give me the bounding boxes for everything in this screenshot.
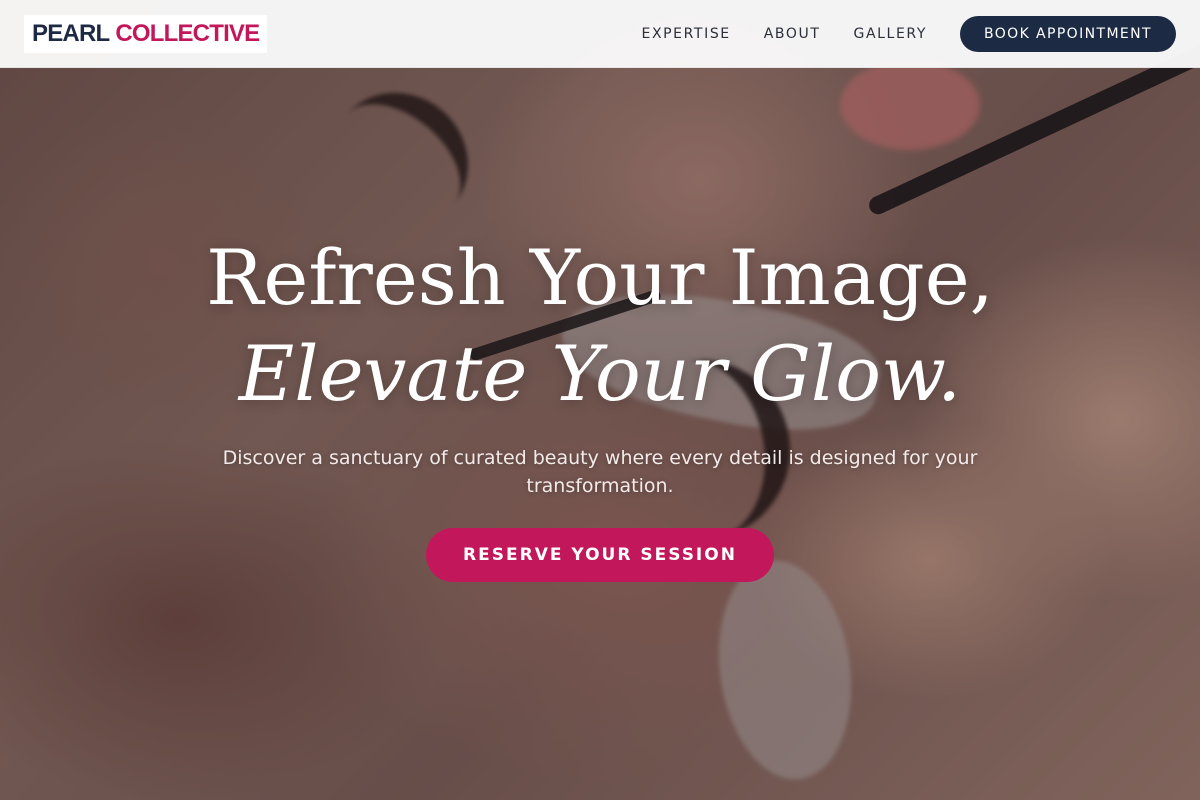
logo-word-accent: COLLECTIVE xyxy=(115,19,260,47)
hero-subtext: Discover a sanctuary of curated beauty w… xyxy=(222,447,978,497)
headline-line-2: Elevate Your Glow. xyxy=(238,329,962,418)
site-header: PEARL COLLECTIVE EXPERTISE ABOUT GALLERY… xyxy=(0,0,1200,68)
hero-headline: Refresh Your Image, Elevate Your Glow. xyxy=(0,230,1200,422)
main-nav: EXPERTISE ABOUT GALLERY BOOK APPOINTMENT xyxy=(609,15,1176,52)
logo-word-primary: PEARL xyxy=(32,19,110,47)
headline-line-1: Refresh Your Image, xyxy=(206,233,994,322)
nav-link-gallery[interactable]: GALLERY xyxy=(854,26,927,42)
nav-link-about[interactable]: ABOUT xyxy=(764,26,821,42)
nav-link-expertise[interactable]: EXPERTISE xyxy=(642,26,731,42)
hero-section: Refresh Your Image, Elevate Your Glow. D… xyxy=(0,230,1200,582)
book-appointment-button[interactable]: BOOK APPOINTMENT xyxy=(959,15,1176,52)
reserve-session-button[interactable]: RESERVE YOUR SESSION xyxy=(426,528,774,582)
site-logo[interactable]: PEARL COLLECTIVE xyxy=(24,14,268,53)
